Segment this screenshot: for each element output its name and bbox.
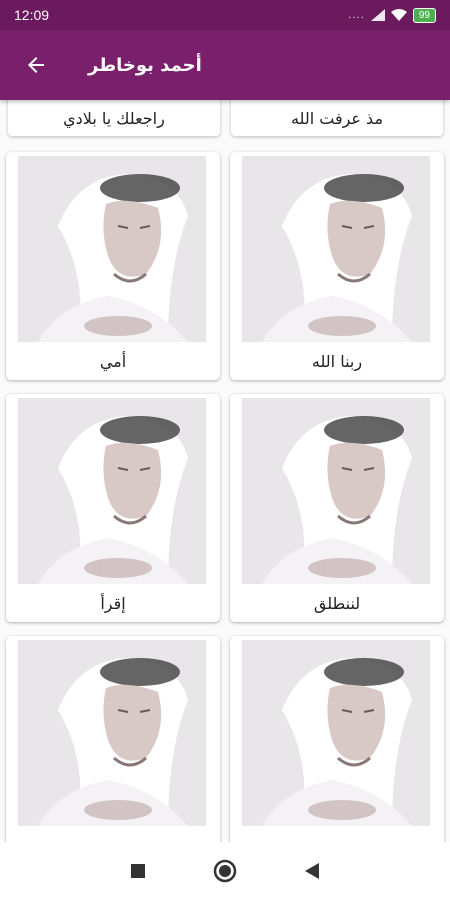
artist-image — [18, 398, 206, 584]
artist-image — [18, 156, 206, 342]
square-icon — [131, 864, 146, 878]
song-title: راجعلك يا بلادي — [63, 109, 165, 128]
song-card[interactable] — [230, 636, 444, 842]
status-icons: .... 99 — [348, 7, 436, 23]
page-title: أحمد بوخاطر — [88, 54, 202, 76]
wifi-icon — [390, 9, 407, 21]
arrow-left-icon — [28, 57, 44, 73]
song-card[interactable] — [6, 636, 220, 842]
song-title — [230, 826, 444, 842]
song-title: مذ عرفت الله — [290, 109, 384, 128]
artist-image — [18, 640, 206, 826]
artist-image — [242, 398, 430, 584]
recent-apps-button[interactable] — [122, 855, 154, 887]
home-button[interactable] — [209, 855, 241, 887]
artist-image — [242, 640, 430, 826]
battery-icon: 99 — [412, 7, 436, 23]
notification-dots-icon: .... — [348, 9, 365, 21]
song-title — [6, 826, 220, 842]
song-title: لننطلق — [313, 593, 361, 613]
song-card[interactable]: راجعلك يا بلادي — [8, 100, 220, 136]
song-title: إقرأ — [100, 593, 126, 613]
circle-icon — [213, 859, 237, 883]
status-bar: 12:09 .... 99 — [0, 0, 450, 30]
partial-row: راجعلك يا بلادي مذ عرفت الله — [0, 100, 450, 142]
system-back-button[interactable] — [296, 855, 328, 887]
song-title: أمي — [99, 351, 127, 371]
app-bar: أحمد بوخاطر — [0, 30, 450, 100]
song-card[interactable]: لننطلق — [230, 394, 444, 622]
system-nav-bar — [0, 842, 450, 900]
song-card[interactable]: إقرأ — [6, 394, 220, 622]
song-card[interactable]: ربنا الله — [230, 152, 444, 380]
back-button[interactable] — [8, 37, 64, 93]
triangle-back-icon — [304, 863, 319, 879]
signal-icon — [370, 9, 385, 21]
song-title: ربنا الله — [311, 351, 363, 371]
status-time: 12:09 — [14, 7, 50, 23]
song-card[interactable]: أمي — [6, 152, 220, 380]
artist-image — [242, 156, 430, 342]
songs-grid: راجعلك يا بلادي مذ عرفت الله ربنا الله أ… — [0, 100, 450, 842]
song-card[interactable]: مذ عرفت الله — [231, 100, 443, 136]
